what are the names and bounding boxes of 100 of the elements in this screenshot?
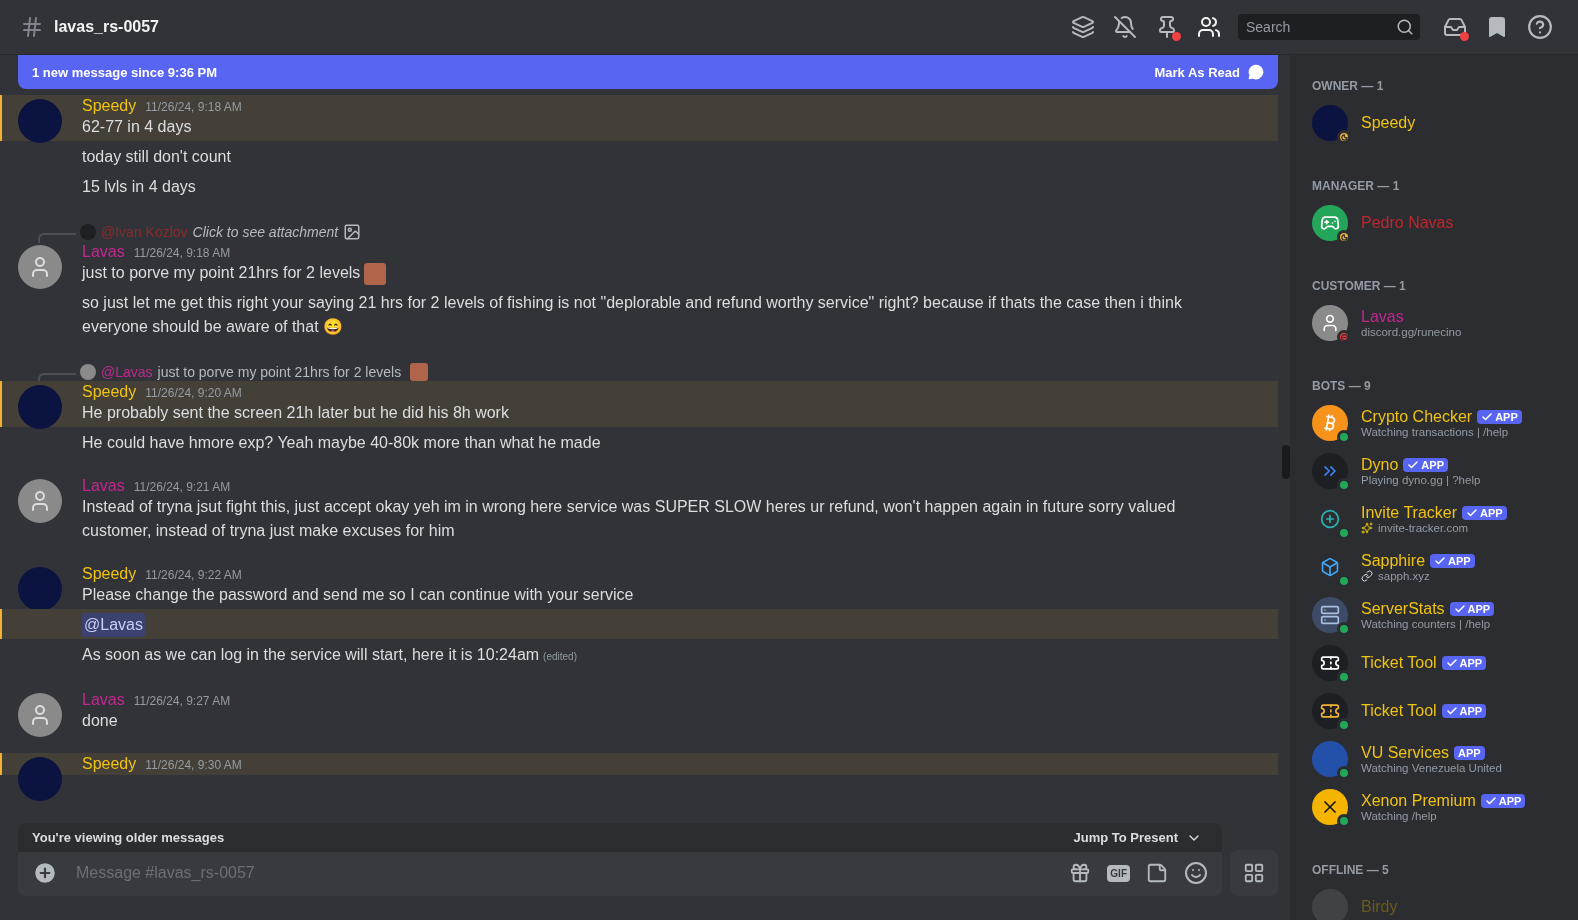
user-avatar[interactable]	[18, 479, 62, 523]
member-name[interactable]: Ticket Tool	[1361, 702, 1437, 720]
app-badge: APP	[1477, 410, 1522, 424]
timestamp: 11/26/24, 9:22 AM	[145, 568, 242, 582]
member-activity: Playing dyno.gg | ?help	[1361, 474, 1481, 486]
inbox-icon[interactable]	[1443, 15, 1467, 39]
members-icon[interactable]	[1197, 15, 1221, 39]
app-badge: APP	[1441, 656, 1487, 670]
reply-text[interactable]: Click to see attachment	[192, 224, 339, 240]
section-title: OFFLINE — 5	[1312, 863, 1390, 877]
mark-as-read-button[interactable]: Mark As Read	[1154, 64, 1264, 80]
member-activity: Watching transactions | /help	[1361, 426, 1509, 438]
avatar	[1312, 645, 1348, 681]
member-name[interactable]: Invite Tracker	[1361, 504, 1458, 522]
message-text: As soon as we can log in the service will start, here it is 10:24am (edited)	[82, 645, 578, 665]
avatar	[1312, 453, 1348, 489]
message-input[interactable]: Message #lavas_rs-0057 GIF	[18, 850, 1222, 896]
message-text: done	[82, 711, 119, 731]
custom-emoji	[364, 262, 387, 285]
help-icon[interactable]	[1527, 14, 1553, 40]
section-title: MANAGER — 1	[1312, 179, 1401, 193]
message-text: He could have hmore exp? Yeah maybe 40-80k more than what he made	[82, 433, 602, 453]
search-field[interactable]: Search	[1238, 14, 1420, 40]
app-badge: APP	[1462, 506, 1507, 520]
sticker-icon[interactable]	[1146, 862, 1168, 884]
grid-icon	[1243, 862, 1265, 884]
member-name[interactable]: Ticket Tool	[1361, 654, 1437, 672]
message-text: today still don't count	[82, 147, 232, 167]
app-badge: APP	[1454, 746, 1485, 760]
member-name[interactable]: ServerStats	[1361, 600, 1445, 618]
emoji-icon[interactable]	[1184, 861, 1208, 885]
search-input[interactable]: Search	[1244, 18, 1396, 36]
mute-bell-icon[interactable]	[1113, 15, 1137, 39]
member-activity: discord.gg/runecino	[1361, 326, 1462, 338]
message-text: Please change the password and send me so I can continue with your service	[82, 585, 635, 605]
app-badge: APP	[1449, 602, 1495, 616]
message-text: 15 lvls in 4 days	[82, 177, 197, 197]
gift-icon[interactable]	[1069, 862, 1092, 884]
avatar	[1312, 405, 1348, 441]
member-activity: Watching /help	[1361, 810, 1437, 822]
app-badge: APP	[1403, 458, 1448, 472]
timestamp: 11/26/24, 9:27 AM	[133, 694, 231, 708]
member-name[interactable]: Speedy	[1361, 114, 1416, 132]
message-text: just to porve my point 21hrs for 2 levels	[82, 261, 427, 285]
reply-avatar	[80, 364, 96, 380]
member-name[interactable]: Xenon Premium	[1361, 792, 1476, 810]
gif-button[interactable]: GIF	[1107, 864, 1130, 882]
avatar	[1312, 597, 1348, 633]
user-mention[interactable]: @Lavas	[82, 613, 145, 637]
user-avatar[interactable]	[18, 693, 62, 737]
apps-button[interactable]	[1230, 850, 1278, 896]
avatar	[1312, 305, 1348, 341]
avatar	[1312, 205, 1348, 241]
jump-to-present-button[interactable]: Jump To Present	[1067, 828, 1208, 847]
member-activity: Watching Venezuela United	[1361, 762, 1502, 774]
timestamp: 11/26/24, 9:21 AM	[133, 480, 231, 494]
avatar	[1312, 693, 1348, 729]
sparkles-icon	[1361, 522, 1373, 534]
section-title: BOTS — 9	[1312, 379, 1372, 393]
channel-hash-icon	[20, 15, 44, 39]
member-activity: sapph.xyz	[1378, 570, 1430, 582]
section-title: OWNER — 1	[1312, 79, 1385, 93]
image-icon	[343, 223, 362, 241]
avatar	[1312, 789, 1348, 825]
member-name[interactable]: VU Services	[1361, 744, 1450, 762]
member-name[interactable]: Sapphire	[1361, 552, 1426, 570]
message-text-input[interactable]: Message #lavas_rs-0057	[74, 863, 1054, 883]
user-avatar[interactable]	[18, 245, 62, 289]
app-badge: APP	[1441, 704, 1487, 718]
author-name[interactable]: Speedy	[82, 755, 137, 773]
avatar	[1312, 741, 1348, 777]
link-icon	[1361, 570, 1373, 582]
member-activity: invite-tracker.com	[1378, 522, 1469, 534]
new-messages-banner[interactable]: 1 new message since 9:36 PM Mark As Read	[18, 55, 1278, 89]
member-activity: Watching counters | /help	[1361, 618, 1491, 630]
reply-connector	[38, 233, 76, 243]
author-name[interactable]: Speedy	[82, 565, 137, 583]
member-name[interactable]: Dyno	[1361, 456, 1399, 474]
timestamp: 11/26/24, 9:18 AM	[133, 246, 231, 260]
threads-icon[interactable]	[1071, 15, 1095, 39]
avatar	[1312, 105, 1348, 141]
timestamp: 11/26/24, 9:18 AM	[145, 100, 242, 114]
app-badge: APP	[1480, 794, 1526, 808]
member-name[interactable]: Crypto Checker	[1361, 408, 1473, 426]
message-text: 62-77 in 4 days	[82, 117, 193, 137]
add-icon[interactable]	[32, 860, 58, 886]
banner-text: 1 new message since 9:36 PM	[32, 64, 218, 80]
timestamp: 11/26/24, 9:20 AM	[145, 386, 242, 400]
section-title: CUSTOMER — 1	[1312, 279, 1407, 293]
message-text: He probably sent the screen 21h later but he did his 8h work	[82, 403, 510, 423]
author-name[interactable]: Speedy	[82, 383, 137, 401]
older-messages-text: You're viewing older messages	[32, 830, 226, 845]
scrollbar-thumb[interactable]	[1282, 445, 1290, 479]
message-text: Instead of tryna jsut fight this, just accept okay yeh im in wrong here service was SUPER SLOW heres ur refund, won't happen again in future sorry valued customer, instead of tryna just make excuses for him	[82, 497, 1177, 541]
custom-emoji	[410, 363, 429, 381]
message-text: so just let me get this right your saying 21 hrs for 2 levels of fishing is not "deplorable and refund worthy service" right? because if thats the case then i think everyone should be aware of that 😄	[82, 293, 1183, 337]
search-icon[interactable]	[1396, 18, 1414, 36]
channel-name: lavas_rs-0057	[54, 18, 159, 36]
reply-text[interactable]: just to porve my point 21hrs for 2 levels	[157, 364, 402, 380]
author-name[interactable]: Speedy	[82, 97, 137, 115]
